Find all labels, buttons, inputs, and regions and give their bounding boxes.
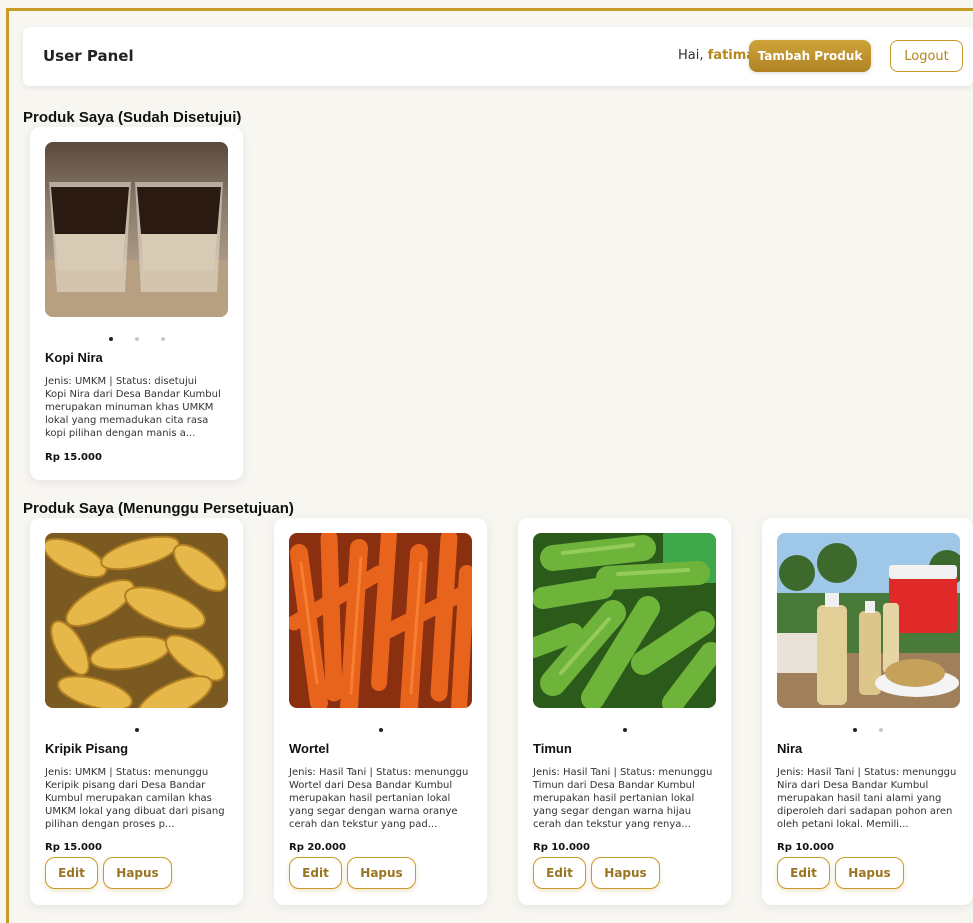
carousel-dot[interactable] xyxy=(108,337,113,341)
edit-button[interactable]: Edit xyxy=(777,857,830,889)
product-desc-text: Kopi Nira dari Desa Bandar Kumbul merupa… xyxy=(45,389,221,439)
top-navbar: User Panel Hai, fatimah Tambah Produk Lo… xyxy=(23,27,973,86)
delete-button[interactable]: Hapus xyxy=(591,857,660,889)
carousel-dot[interactable] xyxy=(134,337,139,341)
carousel-dot[interactable] xyxy=(134,728,139,732)
delete-button[interactable]: Hapus xyxy=(103,857,172,889)
carousel-dot[interactable] xyxy=(160,337,165,341)
product-image[interactable] xyxy=(533,533,716,708)
product-image[interactable] xyxy=(289,533,472,708)
carousel-dot[interactable] xyxy=(852,728,857,732)
product-description: Jenis: Hasil Tani | Status: menunggu Wor… xyxy=(289,766,475,831)
edit-button[interactable]: Edit xyxy=(289,857,342,889)
product-price: Rp 15.000 xyxy=(45,452,102,463)
product-price: Rp 15.000 xyxy=(45,842,102,853)
product-description: Jenis: Hasil Tani | Status: menunggu Nir… xyxy=(777,766,963,831)
product-description: Jenis: UMKM | Status: disetujui Kopi Nir… xyxy=(45,375,231,440)
product-name: Nira xyxy=(777,741,803,756)
product-meta: Jenis: Hasil Tani | Status: menunggu xyxy=(777,767,957,778)
carousel-dot[interactable] xyxy=(378,728,383,732)
product-desc-text: Keripik pisang dari Desa Bandar Kumbul m… xyxy=(45,780,225,830)
image-carousel-dots[interactable] xyxy=(518,728,731,732)
product-image[interactable] xyxy=(777,533,960,708)
product-price: Rp 10.000 xyxy=(533,842,590,853)
delete-button[interactable]: Hapus xyxy=(347,857,416,889)
product-meta: Jenis: Hasil Tani | Status: menunggu xyxy=(533,767,713,778)
edit-button[interactable]: Edit xyxy=(45,857,98,889)
product-card: Timun Jenis: Hasil Tani | Status: menung… xyxy=(518,518,731,905)
carousel-dot[interactable] xyxy=(622,728,627,732)
product-card: Wortel Jenis: Hasil Tani | Status: menun… xyxy=(274,518,487,905)
image-carousel-dots[interactable] xyxy=(274,728,487,732)
add-product-button[interactable]: Tambah Produk xyxy=(749,40,871,72)
logout-button[interactable]: Logout xyxy=(890,40,963,72)
product-card: Kopi Nira Jenis: UMKM | Status: disetuju… xyxy=(30,127,243,480)
image-carousel-dots[interactable] xyxy=(762,728,973,732)
carousel-dot[interactable] xyxy=(878,728,883,732)
product-description: Jenis: UMKM | Status: menunggu Keripik p… xyxy=(45,766,231,831)
product-image[interactable] xyxy=(45,142,228,317)
brand-title: User Panel xyxy=(43,47,134,65)
product-image[interactable] xyxy=(45,533,228,708)
product-desc-text: Wortel dari Desa Bandar Kumbul merupakan… xyxy=(289,780,458,830)
product-name: Kopi Nira xyxy=(45,350,103,365)
product-description: Jenis: Hasil Tani | Status: menunggu Tim… xyxy=(533,766,719,831)
product-meta: Jenis: UMKM | Status: menunggu xyxy=(45,767,209,778)
edit-button[interactable]: Edit xyxy=(533,857,586,889)
product-meta: Jenis: UMKM | Status: disetujui xyxy=(45,376,197,387)
image-carousel-dots[interactable] xyxy=(30,728,243,732)
product-price: Rp 20.000 xyxy=(289,842,346,853)
product-name: Timun xyxy=(533,741,572,756)
product-meta: Jenis: Hasil Tani | Status: menunggu xyxy=(289,767,469,778)
product-card: Nira Jenis: Hasil Tani | Status: menungg… xyxy=(762,518,973,905)
product-name: Wortel xyxy=(289,741,330,756)
product-desc-text: Timun dari Desa Bandar Kumbul merupakan … xyxy=(533,780,695,830)
approved-section-title: Produk Saya (Sudah Disetujui) xyxy=(23,109,242,126)
product-name: Kripik Pisang xyxy=(45,741,129,756)
product-price: Rp 10.000 xyxy=(777,842,834,853)
product-desc-text: Nira dari Desa Bandar Kumbul merupakan h… xyxy=(777,780,953,830)
delete-button[interactable]: Hapus xyxy=(835,857,904,889)
product-card: Kripik Pisang Jenis: UMKM | Status: menu… xyxy=(30,518,243,905)
image-carousel-dots[interactable] xyxy=(30,337,243,341)
pending-section-title: Produk Saya (Menunggu Persetujuan) xyxy=(23,500,294,517)
greeting-text: Hai, xyxy=(678,48,704,63)
